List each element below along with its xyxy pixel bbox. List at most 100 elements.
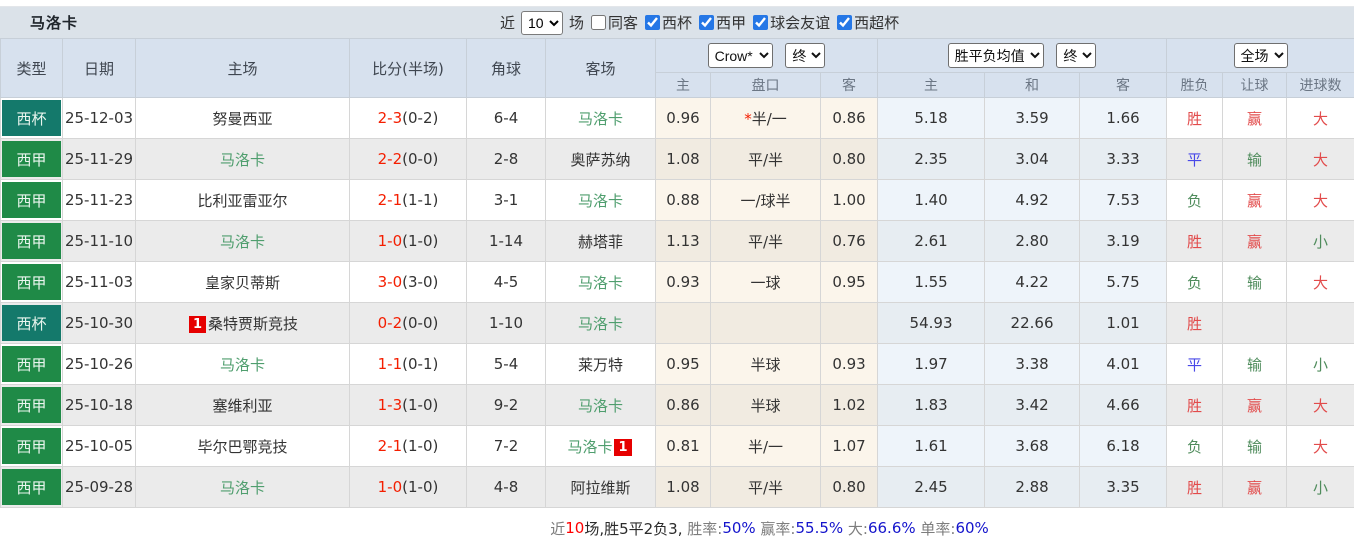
- team-name[interactable]: 努曼西亚: [212, 110, 272, 128]
- home-team[interactable]: 努曼西亚: [135, 97, 350, 139]
- match-result: 负: [1166, 261, 1224, 303]
- team-name[interactable]: 马洛卡: [220, 151, 265, 169]
- col-header-score: 比分(半场): [349, 38, 467, 98]
- league-type-cell: 西甲: [0, 138, 63, 180]
- league-filter-checkbox[interactable]: [645, 15, 661, 30]
- team-name[interactable]: 马洛卡: [578, 274, 623, 292]
- league-filter-球会友谊[interactable]: 球会友谊: [753, 12, 830, 33]
- asian-home-odds: 1.08: [655, 138, 711, 180]
- asian-home-odds: 1.13: [655, 220, 711, 262]
- full-time-score: 1-1: [377, 355, 403, 373]
- home-team[interactable]: 马洛卡: [135, 466, 350, 508]
- team-name[interactable]: 桑特贾斯竞技: [208, 315, 298, 333]
- euro-home-odds: 2.45: [877, 466, 986, 508]
- team-name[interactable]: 比利亚雷亚尔: [197, 192, 287, 210]
- asian-away-odds: 1.00: [819, 179, 879, 221]
- euro-draw-odds: 3.42: [984, 384, 1081, 426]
- table-row: 西甲 25-11-23 比利亚雷亚尔 2-1(1-1) 3-1 马洛卡 0.88…: [0, 179, 1354, 221]
- home-team[interactable]: 比利亚雷亚尔: [135, 179, 350, 221]
- euro-home-odds: 1.55: [877, 261, 986, 303]
- table-row: 西甲 25-10-05 毕尔巴鄂竞技 2-1(1-0) 7-2 马洛卡 1 0.8…: [0, 425, 1354, 467]
- home-team[interactable]: 马洛卡: [135, 220, 350, 262]
- footer-segment: 胜率:: [687, 519, 723, 538]
- scope-select[interactable]: 全场: [1233, 43, 1288, 68]
- team-name[interactable]: 毕尔巴鄂竞技: [197, 438, 287, 456]
- euro-stage-select[interactable]: 终: [1056, 43, 1097, 68]
- away-team[interactable]: 赫塔菲: [545, 220, 656, 262]
- league-type-cell: 西甲: [0, 384, 63, 426]
- half-time-score: (1-1): [402, 191, 439, 209]
- league-filter-西超杯[interactable]: 西超杯: [837, 12, 899, 33]
- matches-count-select[interactable]: 10: [521, 10, 564, 35]
- away-team[interactable]: 马洛卡 1: [545, 425, 656, 467]
- team-name[interactable]: 马洛卡: [578, 192, 623, 210]
- team-name[interactable]: 阿拉维斯: [570, 479, 630, 497]
- bookmaker-select[interactable]: Crow*: [707, 43, 773, 68]
- away-team[interactable]: 马洛卡: [545, 302, 656, 344]
- away-team[interactable]: 马洛卡: [545, 179, 656, 221]
- away-team[interactable]: 马洛卡: [545, 97, 656, 139]
- league-filter-checkbox[interactable]: [837, 15, 853, 30]
- home-team[interactable]: 皇家贝蒂斯: [135, 261, 350, 303]
- red-card-badge: 1: [614, 438, 632, 456]
- away-team[interactable]: 阿拉维斯: [545, 466, 656, 508]
- col-header-goals: 进球数: [1286, 72, 1354, 98]
- matches-suffix-label: 场: [569, 14, 585, 32]
- away-team[interactable]: 莱万特: [545, 343, 656, 385]
- home-team[interactable]: 马洛卡: [135, 343, 350, 385]
- league-filter-西甲[interactable]: 西甲: [699, 12, 746, 33]
- footer-segment: 66.6%: [867, 519, 916, 537]
- euro-draw-odds: 3.04: [984, 138, 1081, 180]
- league-filter-checkbox[interactable]: [753, 15, 769, 30]
- footer-segment: 单率:: [915, 519, 956, 538]
- away-team[interactable]: 奥萨苏纳: [545, 138, 656, 180]
- home-team[interactable]: 毕尔巴鄂竞技: [135, 425, 350, 467]
- handicap-result: 输: [1222, 138, 1288, 180]
- asian-handicap: 半/一: [710, 425, 821, 467]
- asian-handicap: 一球: [710, 261, 821, 303]
- same-venue-filter[interactable]: 同客: [591, 12, 638, 33]
- team-name[interactable]: 马洛卡: [220, 479, 265, 497]
- away-team[interactable]: 马洛卡: [545, 261, 656, 303]
- top-strip: [0, 0, 1354, 7]
- home-team[interactable]: 马洛卡: [135, 138, 350, 180]
- col-header-result: 胜负: [1166, 72, 1224, 98]
- asian-away-odds: 0.86: [819, 97, 879, 139]
- home-team[interactable]: 塞维利亚: [135, 384, 350, 426]
- team-name[interactable]: 皇家贝蒂斯: [205, 274, 280, 292]
- same-venue-checkbox[interactable]: [591, 15, 607, 30]
- team-name[interactable]: 莱万特: [578, 356, 623, 374]
- team-name[interactable]: 赫塔菲: [578, 233, 623, 251]
- away-team[interactable]: 马洛卡: [545, 384, 656, 426]
- asian-odds-group-header: Crow* 终: [654, 38, 879, 73]
- team-name[interactable]: 马洛卡: [220, 356, 265, 374]
- league-type-badge: 西甲: [2, 346, 61, 382]
- league-filter-checkbox[interactable]: [699, 15, 715, 30]
- team-name[interactable]: 马洛卡: [578, 110, 623, 128]
- filter-bar: 近 10 场 同客 西杯 西甲 球会友谊 西超杯: [500, 7, 899, 38]
- col-header-asian-home: 主: [655, 72, 711, 98]
- handicap-result: 输: [1222, 261, 1288, 303]
- home-team[interactable]: 1 桑特贾斯竞技: [135, 302, 350, 344]
- euro-draw-odds: 2.88: [984, 466, 1081, 508]
- league-filter-label: 西甲: [716, 14, 747, 32]
- team-name[interactable]: 马洛卡: [567, 438, 612, 456]
- score-cell: 1-3(1-0): [349, 384, 467, 426]
- footer-segment: 场,胜5平2负3,: [584, 519, 688, 538]
- half-time-score: (3-0): [402, 273, 439, 291]
- team-name[interactable]: 奥萨苏纳: [570, 151, 630, 169]
- euro-draw-odds: 2.80: [984, 220, 1081, 262]
- score-cell: 1-0(1-0): [349, 220, 467, 262]
- corner-score: 1-10: [466, 302, 546, 344]
- euro-away-odds: 4.01: [1079, 343, 1168, 385]
- team-name[interactable]: 马洛卡: [578, 315, 623, 333]
- euro-away-odds: 3.33: [1079, 138, 1168, 180]
- euro-home-odds: 5.18: [877, 97, 986, 139]
- table-row: 西杯 25-12-03 努曼西亚 2-3(0-2) 6-4 马洛卡 0.96 *…: [0, 97, 1354, 139]
- team-name[interactable]: 马洛卡: [578, 397, 623, 415]
- euro-model-select[interactable]: 胜平负均值: [947, 43, 1044, 68]
- team-name[interactable]: 塞维利亚: [212, 397, 272, 415]
- asian-stage-select[interactable]: 终: [785, 43, 826, 68]
- league-filter-西杯[interactable]: 西杯: [645, 12, 692, 33]
- team-name[interactable]: 马洛卡: [220, 233, 265, 251]
